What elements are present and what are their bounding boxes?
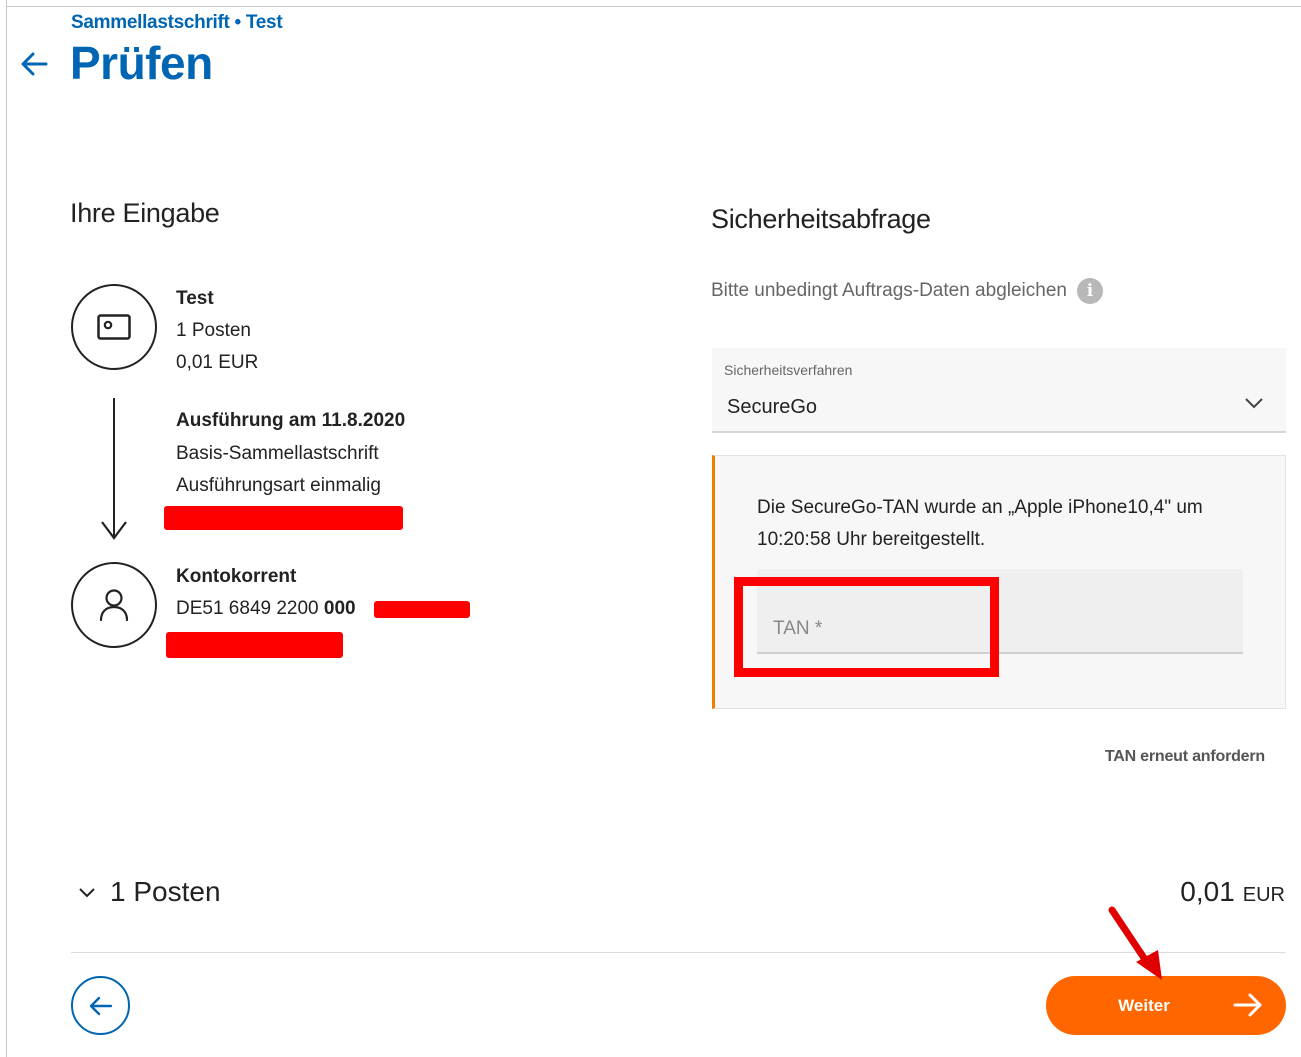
security-heading: Sicherheitsabfrage: [711, 204, 931, 234]
total-currency: EUR: [1242, 884, 1285, 906]
card-icon: [97, 314, 131, 340]
input-summary-heading: Ihre Eingabe: [70, 198, 220, 228]
next-button[interactable]: Weiter: [1046, 976, 1286, 1035]
next-button-label: Weiter: [1118, 995, 1170, 1015]
hint-text: Bitte unbedingt Auftrags-Daten abgleiche…: [711, 278, 1103, 304]
divider: [71, 952, 1286, 953]
breadcrumb: Sammellastschrift • Test: [71, 12, 283, 33]
page-title: Prüfen: [70, 37, 213, 89]
tan-panel: Die SecureGo-TAN wurde an „Apple iPhone1…: [712, 455, 1286, 709]
resend-tan-link[interactable]: TAN erneut anfordern: [1105, 748, 1265, 766]
chevron-down-icon: [1245, 398, 1263, 409]
tan-message: Die SecureGo-TAN wurde an „Apple iPhone1…: [757, 497, 1203, 550]
back-button[interactable]: [71, 976, 130, 1035]
tan-input[interactable]: [757, 569, 1243, 652]
window-border-left: [6, 0, 7, 1057]
chevron-down-icon: [79, 888, 95, 898]
security-procedure-select[interactable]: Sicherheitsverfahren SecureGo: [712, 348, 1286, 433]
items-label: 1 Posten: [110, 876, 221, 907]
total-amount: 0,01: [1180, 876, 1235, 907]
total-sum: 0,01 EUR: [1180, 876, 1285, 908]
tan-field-wrapper: [757, 569, 1243, 654]
sender-amount: 0,01 EUR: [176, 352, 259, 373]
sender-items: 1 Posten: [176, 320, 251, 341]
execution-type: Basis-Sammellastschrift: [176, 443, 379, 464]
sender-name: Test: [176, 288, 214, 309]
info-icon[interactable]: i: [1076, 278, 1103, 304]
hint-label: Bitte unbedingt Auftrags-Daten abgleiche…: [711, 280, 1067, 301]
items-toggle[interactable]: 1 Posten: [78, 876, 221, 908]
select-label: Sicherheitsverfahren: [724, 362, 853, 378]
redaction-bar: [164, 506, 403, 530]
back-arrow-icon[interactable]: [18, 50, 50, 78]
account-name: Kontokorrent: [176, 566, 297, 587]
redaction-bar: [166, 632, 343, 658]
user-icon: [99, 589, 129, 622]
redaction-bar: [374, 601, 470, 618]
sender-circle: [71, 284, 157, 370]
select-value: SecureGo: [727, 396, 818, 418]
annotation-arrow-icon: [1108, 906, 1162, 980]
execution-mode: Ausführungsart einmalig: [176, 475, 381, 496]
account-iban: DE51 6849 2200 000: [176, 598, 356, 619]
execution-date: Ausführung am 11.8.2020: [176, 410, 406, 431]
arrow-down-icon: [101, 521, 127, 540]
arrow-right-icon: [1233, 993, 1262, 1017]
arrow-left-icon: [89, 996, 112, 1015]
account-circle: [71, 562, 157, 648]
window-border-top: [6, 6, 1301, 7]
flow-line: [113, 398, 115, 538]
